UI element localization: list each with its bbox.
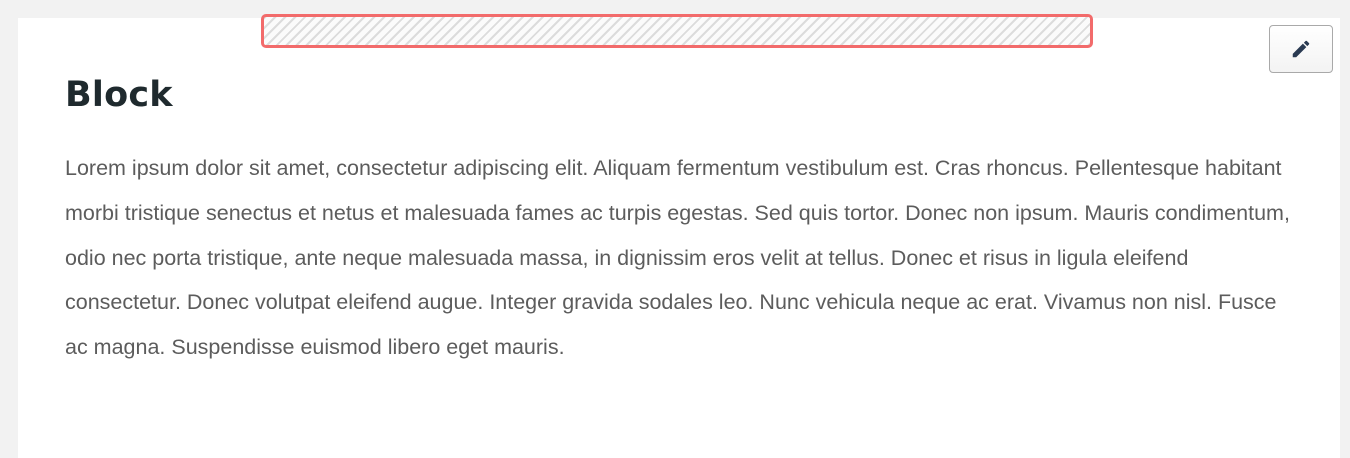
edit-button[interactable] [1269,25,1333,73]
pencil-icon [1290,38,1312,60]
block-body-text: Lorem ipsum dolor sit amet, consectetur … [65,156,1290,360]
block-container: Block Lorem ipsum dolor sit amet, consec… [18,14,1340,458]
block-title: Block [65,75,173,115]
drop-zone-placeholder[interactable] [261,14,1093,48]
